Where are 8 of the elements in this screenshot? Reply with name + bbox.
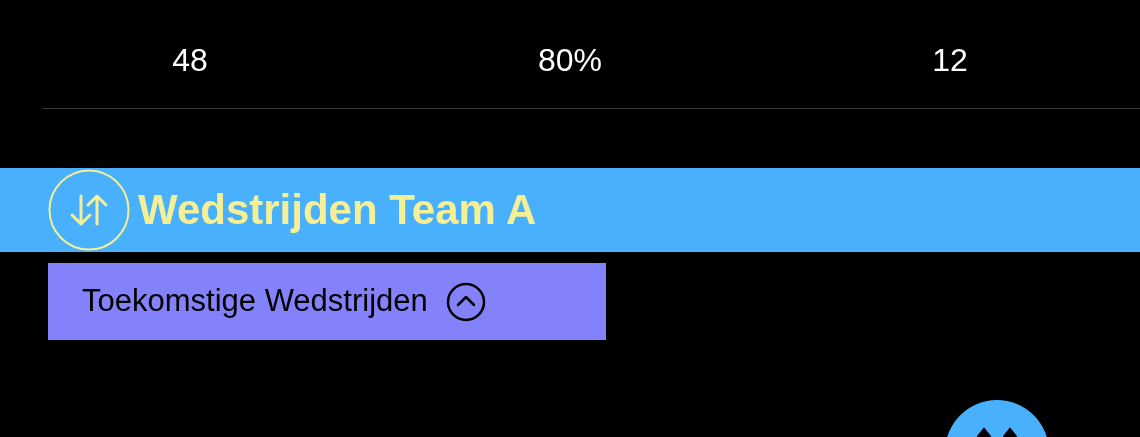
- section-title: Wedstrijden Team A: [138, 185, 537, 235]
- floating-action-button[interactable]: [945, 400, 1049, 437]
- stat-value: 80%: [537, 41, 602, 80]
- stat-value: 48: [172, 41, 208, 80]
- sort-icon: [48, 169, 130, 251]
- upcoming-matches-toggle[interactable]: Toekomstige Wedstrijden: [48, 263, 606, 340]
- stat-value: 12: [932, 41, 968, 80]
- chevron-up-icon: [445, 281, 486, 322]
